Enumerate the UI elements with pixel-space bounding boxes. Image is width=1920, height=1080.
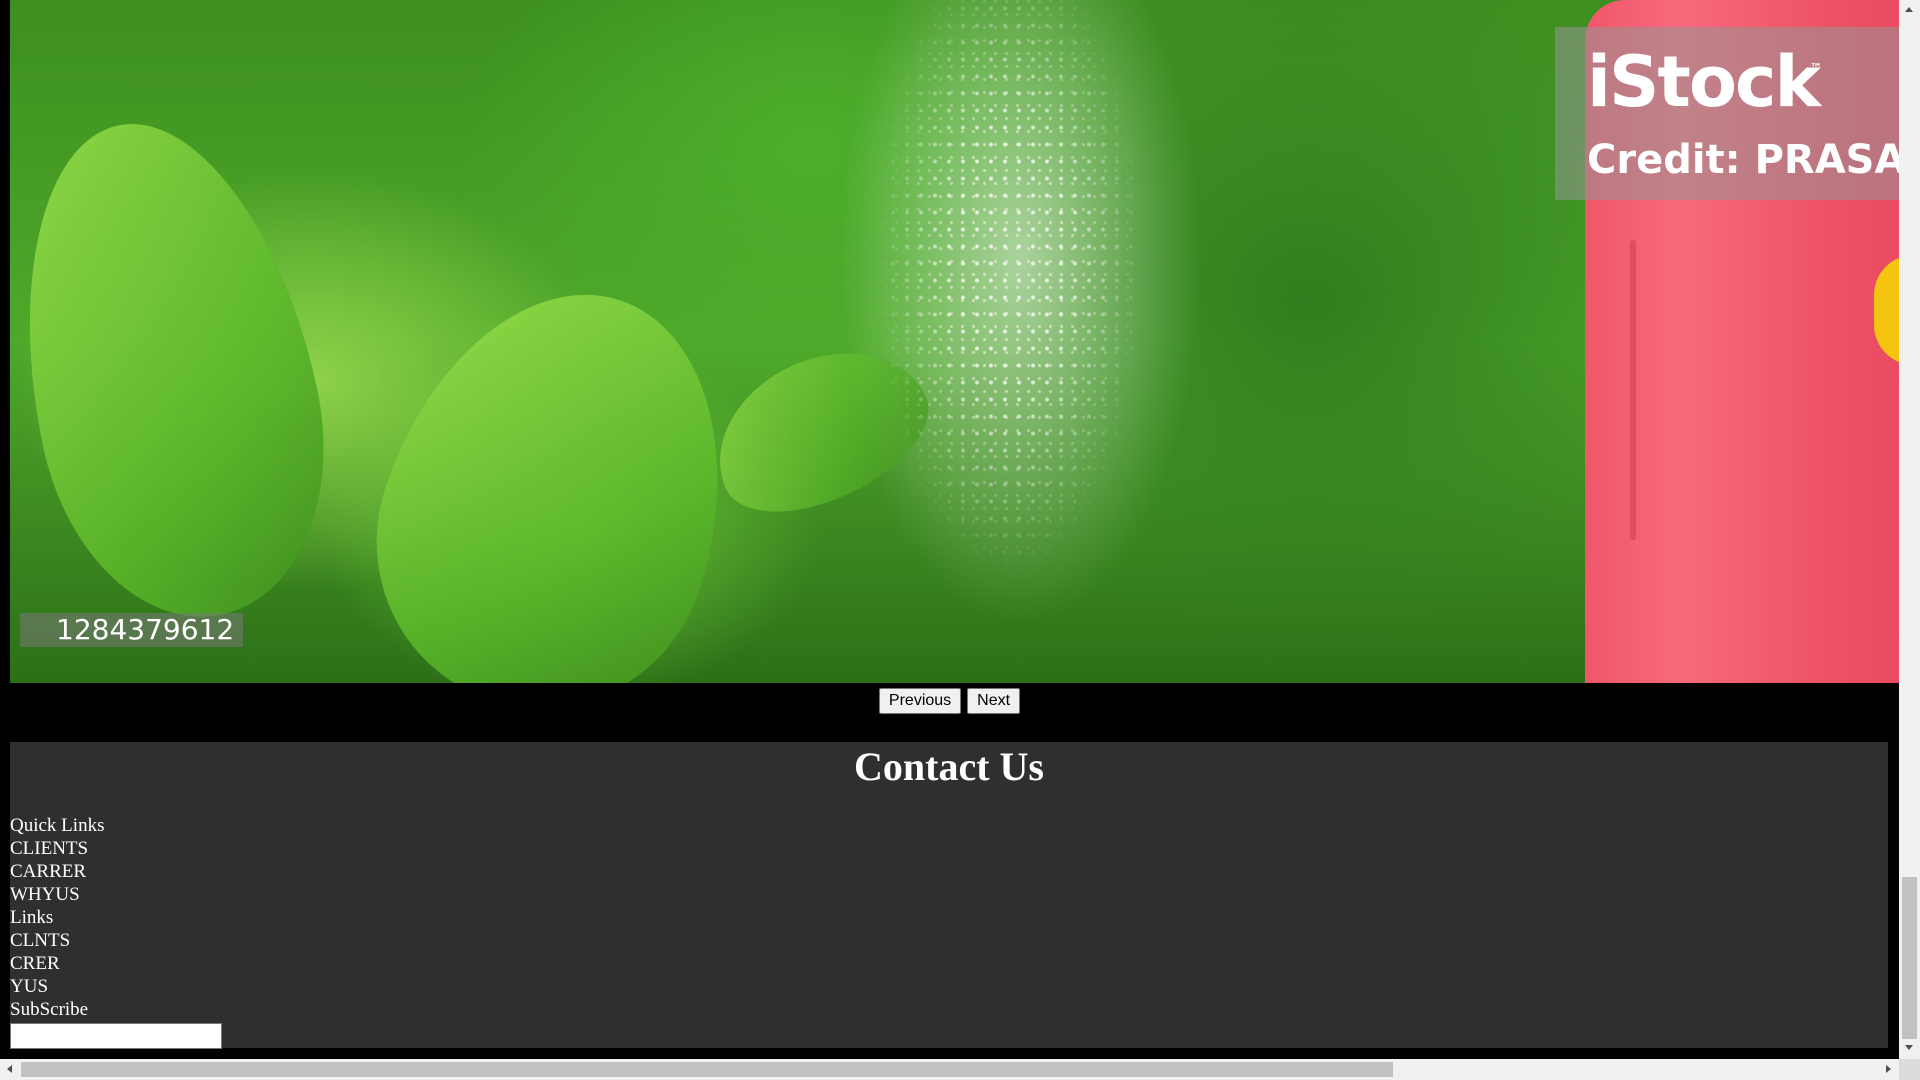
- next-button[interactable]: Next: [967, 688, 1021, 714]
- watermark-brand: iStock: [1587, 41, 1821, 123]
- links-title: Links: [10, 907, 54, 928]
- water-spray: [830, 0, 1250, 683]
- image-id-label: 1284379612: [20, 613, 243, 647]
- previous-button[interactable]: Previous: [878, 688, 962, 714]
- horizontal-scrollbar[interactable]: [0, 1059, 1899, 1080]
- contact-heading: Contact Us: [854, 744, 1044, 789]
- slideshow-image: iStock ™ Credit: PRASAN 1284379612: [10, 0, 1899, 683]
- link-crer[interactable]: CRER: [10, 952, 222, 975]
- shirt-fold: [1630, 240, 1636, 540]
- watermark-trademark: ™: [1810, 61, 1822, 75]
- watermark-credit: Credit: PRASAN: [1587, 137, 1899, 183]
- leaf-shape: [333, 249, 777, 683]
- quick-link-carrer[interactable]: CARRER: [10, 860, 222, 883]
- vertical-scroll-thumb[interactable]: [1902, 877, 1917, 1039]
- contact-section: Contact Us Quick Links CLIENTS CARRER WH…: [10, 742, 1888, 1049]
- link-clnts[interactable]: CLNTS: [10, 929, 222, 952]
- scroll-up-arrow-icon[interactable]: [1905, 7, 1913, 12]
- quick-link-clients[interactable]: CLIENTS: [10, 837, 222, 860]
- subscribe-input[interactable]: [10, 1023, 222, 1049]
- slideshow-controls: Previous Next: [0, 688, 1899, 714]
- scroll-down-arrow-icon[interactable]: [1905, 1045, 1913, 1050]
- stock-watermark: iStock ™ Credit: PRASAN: [1555, 27, 1899, 200]
- leaf-shape: [10, 96, 359, 644]
- scrollbar-corner: [1899, 1059, 1920, 1080]
- scroll-left-arrow-icon[interactable]: [7, 1065, 12, 1073]
- footer-links: Quick Links CLIENTS CARRER WHYUS Links C…: [10, 814, 222, 1049]
- page: iStock ™ Credit: PRASAN 1284379612 Previ…: [0, 0, 1899, 1059]
- link-yus[interactable]: YUS: [10, 975, 222, 998]
- quick-link-whyus[interactable]: WHYUS: [10, 883, 222, 906]
- horizontal-scroll-thumb[interactable]: [21, 1062, 1393, 1077]
- vertical-scrollbar[interactable]: [1899, 0, 1920, 1059]
- subscribe-label: SubScribe: [10, 999, 89, 1020]
- quick-links-title: Quick Links: [10, 815, 105, 836]
- scroll-right-arrow-icon[interactable]: [1886, 1065, 1891, 1073]
